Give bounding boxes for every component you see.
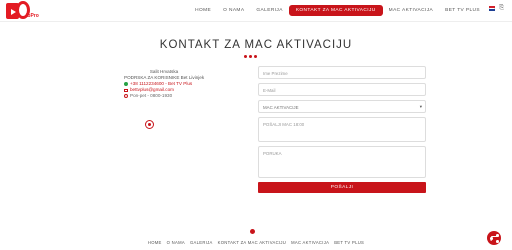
nav-item-bet-tv-plus[interactable]: BET TV PLUS	[439, 5, 486, 16]
whatsapp-large-icon[interactable]	[145, 120, 154, 129]
contact-hours: Pon-pet - 0800-1930	[130, 93, 173, 98]
mail-icon	[124, 88, 128, 92]
footer-link-mac-aktivacija[interactable]: MAC AKTIVACIJA	[291, 240, 329, 245]
share-icon[interactable]: ⎘	[499, 5, 504, 12]
dot	[249, 55, 252, 58]
dot	[244, 55, 247, 58]
flag-stripe-blue	[489, 9, 495, 11]
site-logo[interactable]: IbPro	[6, 1, 39, 21]
mac-select[interactable]: MAC AKTIVACIJE ▾	[258, 100, 426, 113]
main-nav: HOME O NAMA GALERIJA KONTAKT ZA MAC AKTI…	[189, 5, 486, 16]
mac-select-value: MAC AKTIVACIJE	[263, 105, 299, 110]
top-navigation-bar: IbPro HOME O NAMA GALERIJA KONTAKT ZA MA…	[0, 0, 512, 22]
play-icon	[11, 9, 16, 15]
footer-link-home[interactable]: HOME	[148, 240, 162, 245]
share-fab-button[interactable]	[487, 231, 501, 245]
footer-link-bet-tv-plus[interactable]: BET TV PLUS	[334, 240, 364, 245]
contact-form: Ime Prezime E-Mail MAC AKTIVACIJE ▾ POŠA…	[258, 66, 426, 193]
share-node	[496, 240, 499, 243]
footer-logo-icon[interactable]	[250, 229, 255, 234]
contact-hours-row: Pon-pet - 0800-1930	[124, 93, 204, 99]
footer-link-o-nama[interactable]: O NAMA	[167, 240, 185, 245]
page-title: KONTAKT ZA MAC AKTIVACIJU	[159, 39, 353, 51]
footer-nav: HOME O NAMA GALERIJA KONTAKT ZA MAC AKTI…	[0, 240, 512, 245]
email-input[interactable]: E-Mail	[258, 83, 426, 96]
nav-item-galerija[interactable]: GALERIJA	[250, 5, 288, 16]
share-node	[490, 237, 493, 240]
footer-link-kontakt-mac[interactable]: KONTAKT ZA MAC AKTIVACIJU	[218, 240, 286, 245]
logo-text: IbPro	[26, 13, 39, 19]
title-dots	[244, 55, 257, 58]
nav-item-home[interactable]: HOME	[189, 5, 217, 16]
nav-item-mac-aktivacija[interactable]: MAC AKTIVACIJA	[383, 5, 439, 16]
message-textarea[interactable]: PORUKA	[258, 146, 426, 178]
nav-item-kontakt-mac[interactable]: KONTAKT ZA MAC AKTIVACIJU	[288, 5, 383, 16]
name-input[interactable]: Ime Prezime	[258, 66, 426, 79]
footer-link-galerija[interactable]: GALERIJA	[190, 240, 213, 245]
dot	[254, 55, 257, 58]
share-node	[496, 234, 499, 237]
contact-info: Salit Hrvatska PODRSKA ZA KORISNIKE Bet …	[124, 69, 204, 99]
whatsapp-icon	[124, 82, 128, 86]
croatian-flag-icon[interactable]	[489, 6, 495, 11]
mac-textarea[interactable]: POŠALJI MAC 18:00	[258, 117, 426, 142]
submit-button[interactable]: POŠALJI	[258, 182, 426, 193]
nav-item-o-nama[interactable]: O NAMA	[217, 5, 250, 16]
clock-icon	[124, 94, 128, 98]
chevron-down-icon: ▾	[419, 104, 422, 109]
